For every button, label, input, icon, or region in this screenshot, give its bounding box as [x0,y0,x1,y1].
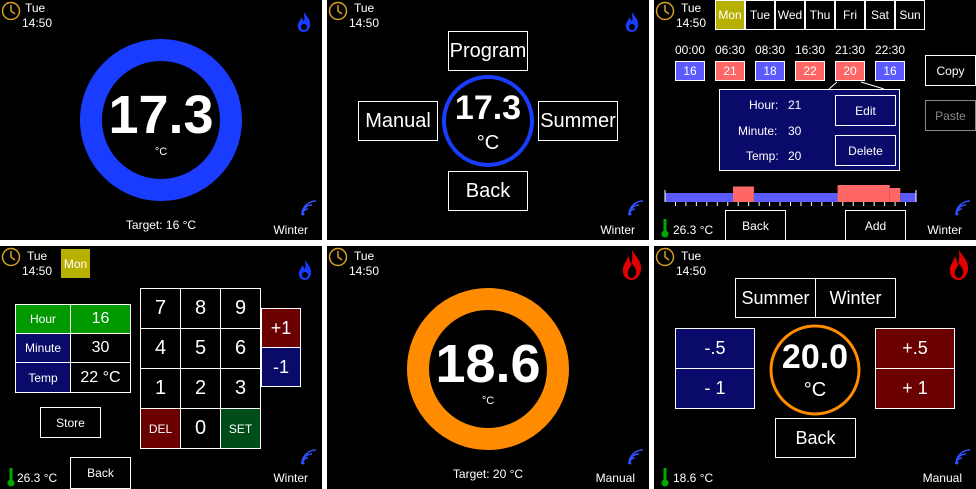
wifi-icon [301,200,317,216]
temperature-unit: °C [803,379,827,401]
decrement-half-button[interactable]: -.5 [675,328,755,369]
keypad-3[interactable]: 3 [220,368,261,409]
back-button[interactable]: Back [725,210,786,240]
clock-icon [655,247,675,267]
panel-manual-adjust: Tue 14:50 Summer Winter -.5 - 1 +.5 + 1 … [654,246,976,489]
back-button[interactable]: Back [448,171,528,211]
mode-label: Winter [600,223,635,237]
day-label: Tue [354,249,375,263]
keypad-1[interactable]: 1 [140,368,181,409]
day-label: Tue [354,1,375,15]
keypad-2[interactable]: 2 [180,368,221,409]
minute-label: Minute [15,333,71,363]
panel-schedule: Tue 14:50 Mon Tue Wed Thu Fri Sat Sun 00… [654,0,976,240]
day-label: Tue [25,1,46,15]
summer-button[interactable]: Summer [735,278,816,318]
mode-label: Winter [273,471,308,485]
keypad-0[interactable]: 0 [180,408,221,449]
panel-menu: Tue 14:50 Program Manual Summer Back 17.… [327,0,649,240]
keypad-6[interactable]: 6 [220,328,261,369]
hour-label: Hour [15,304,71,334]
clock-icon [1,247,21,267]
wifi-icon [628,200,644,216]
set-temperature: 20.0 [781,338,849,376]
time-label: 14:50 [349,16,380,30]
decrement-button[interactable]: -1 [261,347,301,387]
selected-day-badge: Mon [61,249,90,278]
timeline-block [732,186,754,202]
thermometer-icon [7,468,15,487]
clock-icon [1,1,21,21]
schedule-timeline [664,185,917,206]
day-label: Tue [681,249,702,263]
store-button[interactable]: Store [40,407,101,438]
current-temperature: 17.3 [108,85,214,145]
time-label: 14:50 [676,264,707,278]
current-temperature: 18.6 [435,334,541,394]
timeline-block [665,193,733,202]
flame-blue-icon [298,260,312,280]
wifi-icon [955,449,971,465]
flame-blue-icon [297,12,311,32]
keypad-5[interactable]: 5 [180,328,221,369]
mode-label: Manual [922,471,962,485]
time-label: 14:50 [349,264,380,278]
wifi-icon [628,449,644,465]
panel-slot-editor: Tue 14:50 Mon Hour 16 Minute 30 Temp 22 … [0,246,322,489]
mode-label: Winter [927,223,962,237]
winter-button[interactable]: Winter [815,278,896,318]
current-temperature: 17.3 [454,89,522,127]
increment-one-button[interactable]: + 1 [875,368,955,409]
room-temperature: 26.3 °C [673,223,714,237]
decrement-one-button[interactable]: - 1 [675,368,755,409]
temperature-unit: °C [481,395,495,407]
clock-icon [328,247,348,267]
temperature-unit: °C [154,146,168,158]
flame-red-icon [949,250,969,280]
wifi-icon [301,449,317,465]
thermometer-icon [661,468,669,487]
program-button[interactable]: Program [448,31,528,71]
wifi-icon [955,200,971,216]
time-label: 14:50 [22,264,53,278]
timeline-block [889,188,901,202]
mode-label: Manual [595,471,635,485]
panel-home-manual: Tue 14:50 18.6 °C Target: 20 °C Manual [327,246,649,489]
keypad-4[interactable]: 4 [140,328,181,369]
increment-button[interactable]: +1 [261,308,301,348]
back-button[interactable]: Back [775,418,856,458]
keypad-9[interactable]: 9 [220,288,261,329]
timeline-block [837,185,890,202]
clock-icon [328,1,348,21]
temp-label: Temp [15,362,71,393]
back-button[interactable]: Back [70,457,131,489]
keypad-del-button[interactable]: DEL [140,408,181,449]
add-button[interactable]: Add [845,210,906,240]
hour-value-field[interactable]: 16 [70,304,131,334]
mode-label: Winter [273,223,308,237]
summer-button[interactable]: Summer [538,101,618,141]
increment-half-button[interactable]: +.5 [875,328,955,369]
day-label: Tue [27,249,48,263]
timeline-block [900,193,916,202]
time-label: 14:50 [22,16,53,30]
flame-red-icon [622,250,642,280]
manual-button[interactable]: Manual [358,101,438,141]
timeline-block [753,193,838,202]
room-temperature: 18.6 °C [673,471,714,485]
flame-blue-icon [625,12,639,32]
thermometer-icon [661,219,669,238]
room-temperature: 26.3 °C [17,471,58,485]
minute-value-field[interactable]: 30 [70,333,131,363]
panel-home-winter: Tue 14:50 17.3 °C Target: 16 °C Winter [0,0,322,240]
keypad-8[interactable]: 8 [180,288,221,329]
temperature-unit: °C [476,132,500,154]
keypad-7[interactable]: 7 [140,288,181,329]
keypad-set-button[interactable]: SET [220,408,261,449]
temp-value-field[interactable]: 22 °C [70,362,131,393]
